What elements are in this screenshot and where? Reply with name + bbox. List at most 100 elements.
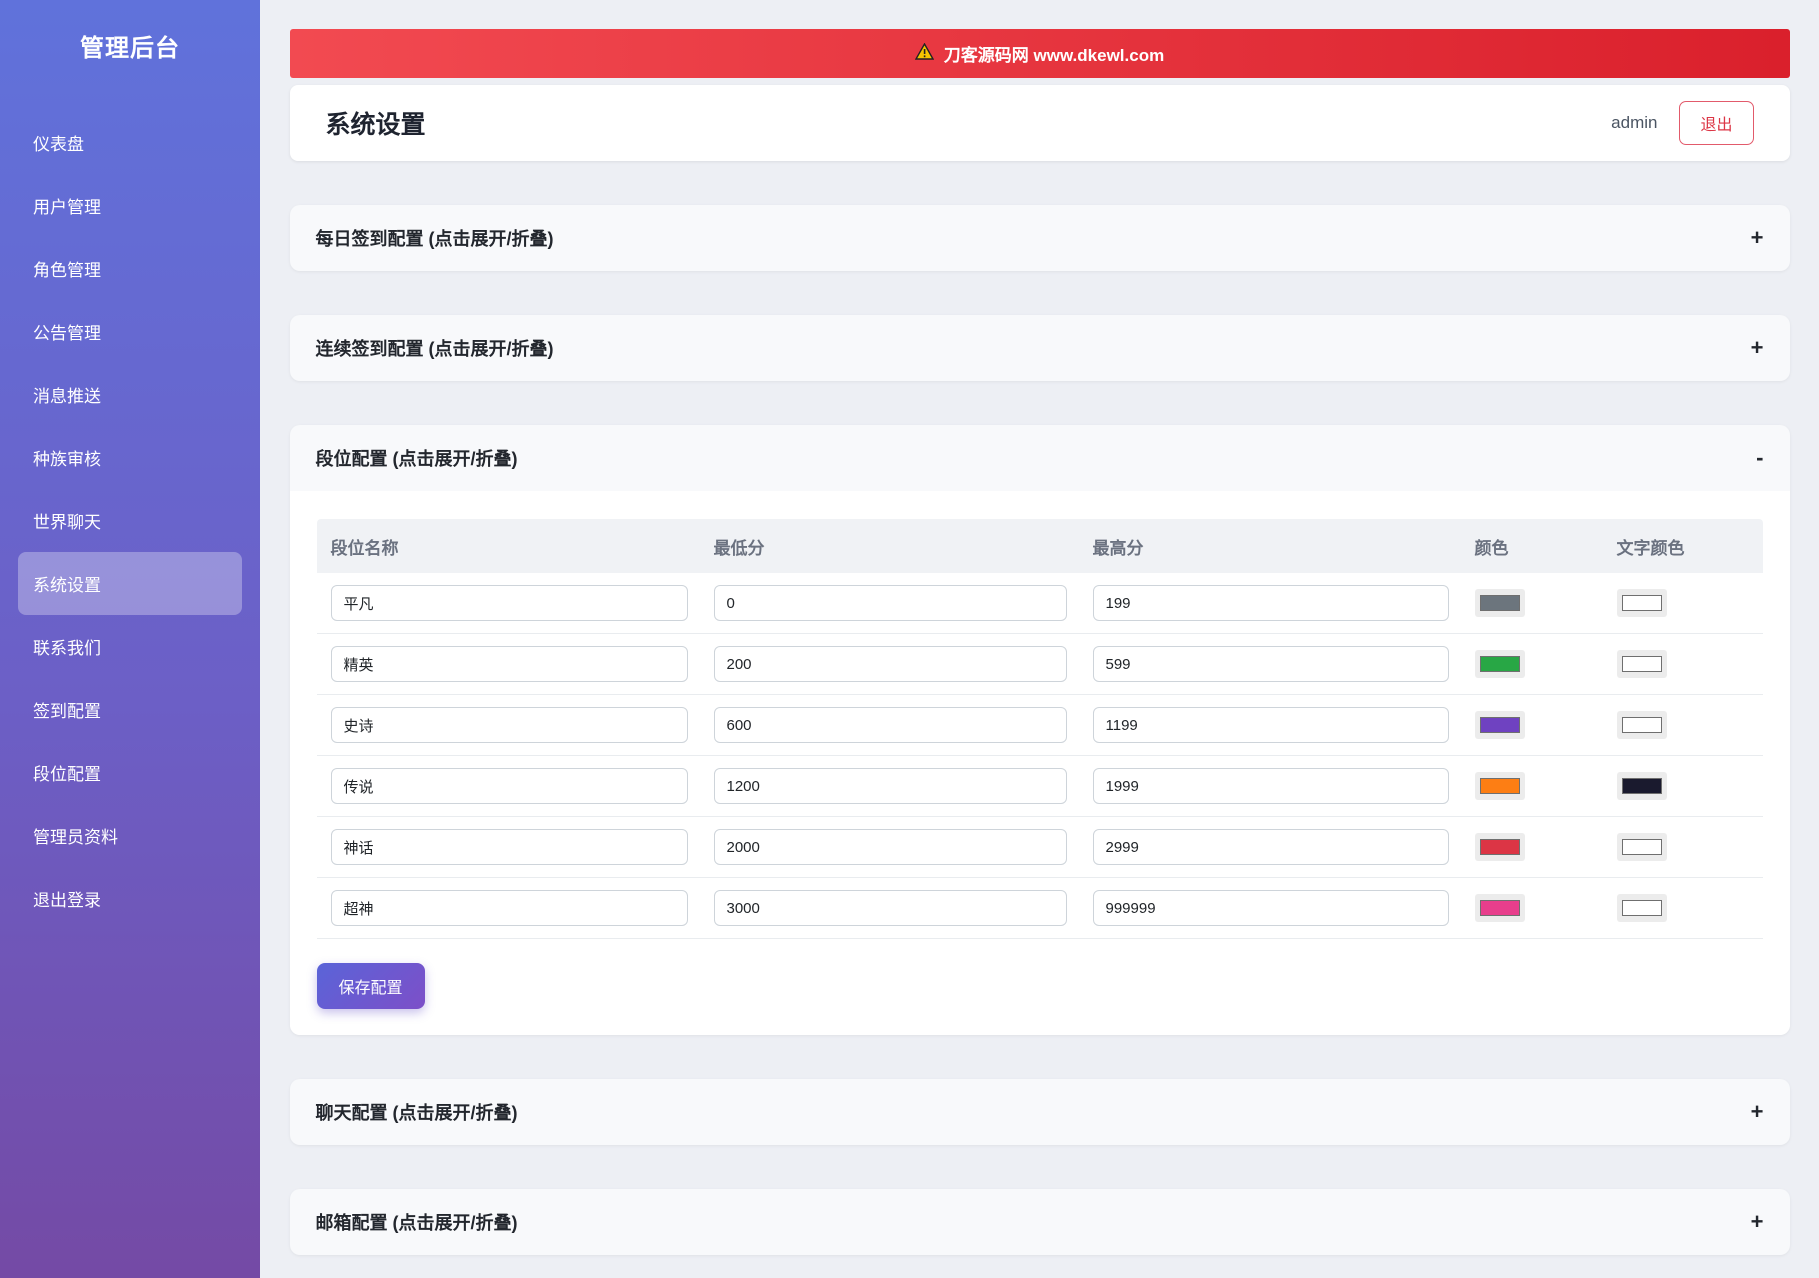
rank-color-swatch — [1479, 656, 1520, 672]
collapse-icon[interactable]: - — [1756, 445, 1763, 471]
rank-name-input[interactable] — [330, 890, 688, 926]
sidebar-item[interactable]: 联系我们 — [0, 615, 260, 678]
sidebar: 管理后台 仪表盘 用户管理 角色管理 公告管理 消息推送 种族审核 世界聊天 系… — [0, 0, 260, 1278]
text-color-picker[interactable] — [1616, 894, 1667, 922]
min-score-input[interactable] — [713, 829, 1067, 865]
min-score-input[interactable] — [713, 707, 1067, 743]
text-color-picker[interactable] — [1616, 833, 1667, 861]
sidebar-item[interactable]: 种族审核 — [0, 426, 260, 489]
section-chat-config: 聊天配置 (点击展开/折叠) + — [289, 1079, 1790, 1145]
banner-text: 刀客源码网 www.dkewl.com — [943, 46, 1165, 65]
app-title: 管理后台 — [80, 35, 180, 62]
sidebar-item-label: 种族审核 — [33, 450, 101, 469]
text-color-picker[interactable] — [1616, 711, 1667, 739]
max-score-input[interactable] — [1092, 890, 1449, 926]
sidebar-item-label: 系统设置 — [33, 576, 101, 595]
rank-color-picker[interactable] — [1474, 833, 1525, 861]
section-title: 每日签到配置 (点击展开/折叠) — [315, 229, 554, 249]
col-header-text-color: 文字颜色 — [1616, 538, 1685, 558]
section-rank-config: 段位配置 (点击展开/折叠) - 段位名称 最低分 最高分 颜色 文字颜色 平凡… — [289, 425, 1790, 1035]
rank-color-picker[interactable] — [1474, 650, 1525, 678]
sidebar-item-label: 消息推送 — [33, 387, 101, 406]
col-header-min-score: 最低分 — [713, 538, 765, 558]
text-color-picker[interactable] — [1616, 589, 1667, 617]
section-daily-signin-header[interactable]: 每日签到配置 (点击展开/折叠) + — [290, 205, 1790, 271]
expand-icon[interactable]: + — [1751, 225, 1764, 251]
save-config-button[interactable]: 保存配置 — [316, 963, 425, 1009]
rank-color-swatch — [1479, 900, 1520, 916]
rank-table: 段位名称 最低分 最高分 颜色 文字颜色 — [316, 519, 1763, 939]
sidebar-item[interactable]: 退出登录 — [0, 867, 260, 930]
sidebar-item[interactable]: 世界聊天 — [0, 489, 260, 552]
rank-color-swatch — [1479, 595, 1520, 611]
max-score-input[interactable] — [1092, 646, 1449, 682]
rank-name-input[interactable] — [330, 768, 688, 804]
section-mail-config-header[interactable]: 邮箱配置 (点击展开/折叠) + — [290, 1189, 1790, 1255]
min-score-input[interactable] — [713, 890, 1067, 926]
main-area: 刀客源码网 www.dkewl.com 系统设置 admin 退出 每日签到配置… — [260, 0, 1819, 1278]
logout-button[interactable]: 退出 — [1679, 101, 1754, 145]
rank-config-body: 段位名称 最低分 最高分 颜色 文字颜色 平凡 0 199 精英 200 599… — [289, 491, 1790, 1035]
max-score-input[interactable] — [1092, 707, 1449, 743]
section-continuous-signin-header[interactable]: 连续签到配置 (点击展开/折叠) + — [290, 315, 1790, 381]
rank-name-input[interactable] — [330, 707, 688, 743]
text-color-swatch — [1621, 900, 1662, 916]
sidebar-item-label: 签到配置 — [33, 702, 101, 721]
text-color-swatch — [1621, 778, 1662, 794]
sidebar-item[interactable]: 仪表盘 — [0, 111, 260, 174]
sidebar-item[interactable]: 公告管理 — [0, 300, 260, 363]
rank-color-picker[interactable] — [1474, 589, 1525, 617]
col-header-color: 颜色 — [1474, 538, 1509, 558]
expand-icon[interactable]: + — [1751, 1209, 1764, 1235]
text-color-picker[interactable] — [1616, 650, 1667, 678]
text-color-swatch — [1621, 656, 1662, 672]
expand-icon[interactable]: + — [1751, 1099, 1764, 1125]
rank-table-rows — [316, 573, 1763, 939]
expand-icon[interactable]: + — [1751, 335, 1764, 361]
rank-color-swatch — [1479, 778, 1520, 794]
rank-table-header: 段位名称 最低分 最高分 颜色 文字颜色 — [316, 519, 1763, 573]
sidebar-item-label: 仪表盘 — [33, 135, 84, 154]
current-username: admin — [1611, 113, 1658, 132]
rank-color-picker[interactable] — [1474, 772, 1525, 800]
sidebar-item[interactable]: 消息推送 — [0, 363, 260, 426]
sidebar-item[interactable]: 系统设置 — [18, 552, 242, 615]
sidebar-item-label: 用户管理 — [33, 198, 101, 217]
text-color-swatch — [1621, 839, 1662, 855]
sidebar-item-label: 联系我们 — [33, 639, 101, 658]
rank-row — [316, 756, 1763, 817]
rank-name-input[interactable] — [330, 585, 688, 621]
max-score-input[interactable] — [1092, 585, 1449, 621]
text-color-swatch — [1621, 595, 1662, 611]
sidebar-item[interactable]: 管理员资料 — [0, 804, 260, 867]
section-daily-signin: 每日签到配置 (点击展开/折叠) + — [289, 205, 1790, 271]
min-score-input[interactable] — [713, 585, 1067, 621]
min-score-input[interactable] — [713, 768, 1067, 804]
min-score-input[interactable] — [713, 646, 1067, 682]
rank-row — [316, 634, 1763, 695]
section-chat-config-header[interactable]: 聊天配置 (点击展开/折叠) + — [290, 1079, 1790, 1145]
rank-color-swatch — [1479, 839, 1520, 855]
sidebar-item[interactable]: 段位配置 — [0, 741, 260, 804]
sidebar-item[interactable]: 签到配置 — [0, 678, 260, 741]
max-score-input[interactable] — [1092, 768, 1449, 804]
rank-color-picker[interactable] — [1474, 894, 1525, 922]
sidebar-item-label: 公告管理 — [33, 324, 101, 343]
text-color-picker[interactable] — [1616, 772, 1667, 800]
rank-row — [316, 573, 1763, 634]
sidebar-item[interactable]: 角色管理 — [0, 237, 260, 300]
max-score-input[interactable] — [1092, 829, 1449, 865]
rank-name-input[interactable] — [330, 646, 688, 682]
warning-icon — [914, 42, 934, 65]
sidebar-item[interactable]: 用户管理 — [0, 174, 260, 237]
rank-color-picker[interactable] — [1474, 711, 1525, 739]
col-header-rank-name: 段位名称 — [330, 538, 399, 558]
rank-name-input[interactable] — [330, 829, 688, 865]
notice-banner: 刀客源码网 www.dkewl.com — [289, 29, 1790, 78]
rank-row — [316, 878, 1763, 939]
sidebar-item-label: 退出登录 — [33, 891, 101, 910]
section-rank-config-header[interactable]: 段位配置 (点击展开/折叠) - — [290, 425, 1790, 491]
section-title: 聊天配置 (点击展开/折叠) — [315, 1103, 518, 1123]
sidebar-item-label: 段位配置 — [33, 765, 101, 784]
section-title: 邮箱配置 (点击展开/折叠) — [315, 1213, 518, 1233]
